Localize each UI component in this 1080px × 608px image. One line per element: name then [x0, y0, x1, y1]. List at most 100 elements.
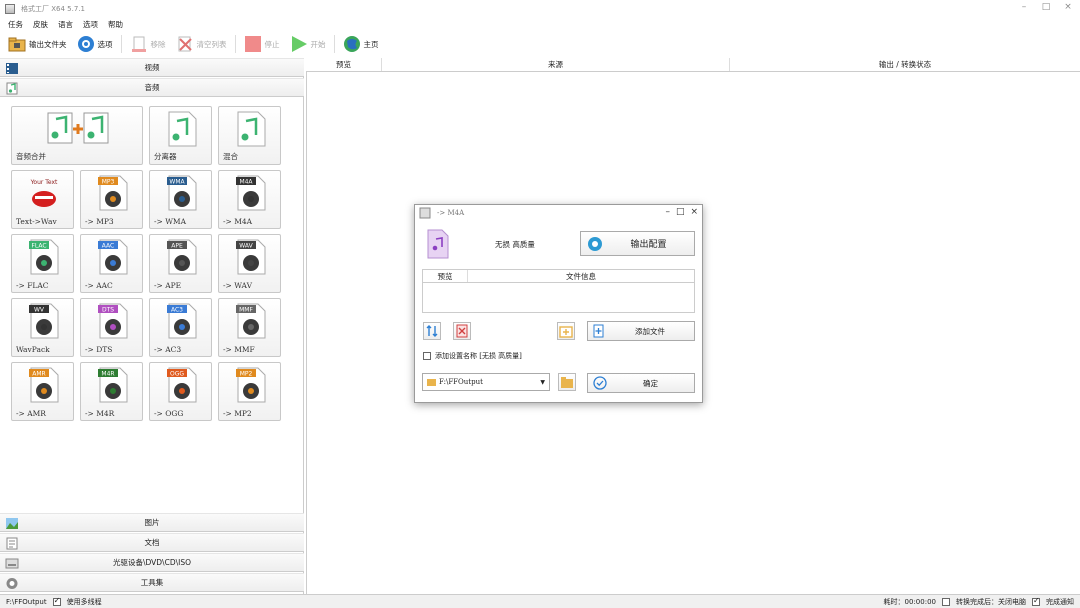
audio-tile[interactable]: MMF -> MMF: [218, 298, 281, 357]
column-preview[interactable]: 预览: [306, 58, 382, 71]
audio-tile[interactable]: Your Text Text->Wav: [11, 170, 74, 229]
options-icon: [77, 36, 94, 52]
document-icon: [6, 537, 18, 550]
m4a-dialog: -> M4A – □ × 无损 高质量 输出配置 预览 文件信息 添加文件 添加…: [414, 204, 703, 403]
svg-text:Your Text: Your Text: [30, 179, 58, 186]
dialog-close-button[interactable]: ×: [690, 207, 698, 217]
quality-label: 无损 高质量: [495, 240, 535, 249]
remove-button[interactable]: 移除: [128, 34, 168, 54]
after-convert-checkbox[interactable]: [942, 597, 950, 606]
audio-tile[interactable]: DTS -> DTS: [80, 298, 143, 357]
toolbar: 输出文件夹 选项 移除 清空列表 停止 开始 主页: [6, 33, 381, 55]
audio-tile[interactable]: APE -> APE: [149, 234, 212, 293]
add-setting-name-checkbox[interactable]: [423, 352, 431, 360]
audio-tile-label: -> APE: [154, 281, 182, 290]
add-folder-button[interactable]: [557, 322, 575, 340]
mp3-icon: MP3: [98, 175, 128, 211]
file-list-table[interactable]: 预览 文件信息: [422, 269, 695, 313]
svg-text:M4A: M4A: [239, 179, 253, 186]
audio-tile-label: -> WMA: [154, 217, 187, 226]
svg-text:MP3: MP3: [102, 179, 115, 186]
column-file-info[interactable]: 文件信息: [468, 270, 694, 282]
audio-tile[interactable]: WV WavPack: [11, 298, 74, 357]
tools-icon: [6, 578, 18, 589]
status-bar: F:\FFOutput 使用多线程 耗时：00:00:00 转换完成后：关闭电脑…: [0, 594, 1080, 608]
audio-tile[interactable]: WMA -> WMA: [149, 170, 212, 229]
audio-tile-label: WavPack: [16, 345, 50, 354]
audio-tile[interactable]: 音频合并: [11, 106, 143, 165]
clear-list-button[interactable]: 清空列表: [174, 34, 229, 54]
minimize-button[interactable]: –: [1018, 2, 1030, 12]
output-folder-button[interactable]: 输出文件夹: [6, 34, 69, 54]
mp2-icon: MP2: [236, 367, 266, 403]
audio-tile[interactable]: AC3 -> AC3: [149, 298, 212, 357]
svg-text:DTS: DTS: [102, 307, 114, 314]
svg-text:OGG: OGG: [170, 371, 184, 378]
column-output-status[interactable]: 输出 / 转换状态: [730, 58, 1080, 71]
browse-folder-button[interactable]: [558, 373, 576, 391]
menu-item-help[interactable]: 帮助: [108, 19, 123, 30]
category-tools[interactable]: 工具集: [0, 573, 304, 592]
category-picture[interactable]: 图片: [0, 513, 304, 532]
start-button[interactable]: 开始: [288, 34, 328, 54]
column-preview[interactable]: 预览: [423, 270, 468, 282]
sort-button[interactable]: [423, 322, 441, 340]
amr-icon: AMR: [29, 367, 59, 403]
audio-tile-label: Text->Wav: [16, 217, 57, 226]
elapsed-time: 耗时：00:00:00: [883, 597, 936, 606]
category-video[interactable]: 视频: [0, 58, 304, 77]
wav-icon: WAV: [236, 239, 266, 275]
remove-file-button[interactable]: [453, 322, 471, 340]
audio-tile[interactable]: MP2 -> MP2: [218, 362, 281, 421]
close-button[interactable]: ×: [1062, 2, 1074, 12]
ok-button[interactable]: 确定: [587, 373, 695, 393]
add-setting-name-option[interactable]: 添加设置名称 [无损 高质量]: [423, 351, 522, 361]
maximize-button[interactable]: □: [1040, 2, 1052, 12]
audio-tile[interactable]: WAV -> WAV: [218, 234, 281, 293]
svg-text:M4R: M4R: [101, 371, 114, 378]
audio-tile[interactable]: M4A -> M4A: [218, 170, 281, 229]
menu-item-options[interactable]: 选项: [83, 19, 98, 30]
stop-button[interactable]: 停止: [242, 34, 282, 54]
output-path-select[interactable]: F:\FFOutput ▼: [422, 373, 550, 391]
audio-tile[interactable]: AMR -> AMR: [11, 362, 74, 421]
category-document[interactable]: 文档: [0, 533, 304, 552]
audio-tile-label: -> OGG: [154, 409, 184, 418]
options-button[interactable]: 选项: [75, 34, 115, 54]
audio-merge-icon: [47, 112, 109, 144]
home-button[interactable]: 主页: [341, 34, 381, 54]
folder-icon: [8, 37, 26, 52]
audio-tile[interactable]: M4R -> M4R: [80, 362, 143, 421]
audio-tile-label: -> MP3: [85, 217, 114, 226]
add-file-button[interactable]: 添加文件: [587, 321, 695, 341]
file-list-header: 预览 文件信息: [423, 270, 694, 283]
audio-tile[interactable]: 混合: [218, 106, 281, 165]
mix-icon: [237, 111, 266, 147]
picture-icon: [6, 518, 18, 529]
svg-text:WMA: WMA: [169, 179, 185, 186]
status-output-path[interactable]: F:\FFOutput: [6, 598, 47, 606]
stop-icon: [244, 36, 261, 52]
audio-tile[interactable]: 分离器: [149, 106, 212, 165]
menu-item-task[interactable]: 任务: [8, 19, 23, 30]
category-disc[interactable]: 光驱设备\DVD\CD\ISO: [0, 553, 304, 572]
column-source[interactable]: 来源: [382, 58, 730, 71]
multithread-checkbox[interactable]: [52, 596, 61, 606]
aac-icon: AAC: [98, 239, 128, 275]
category-audio[interactable]: 音频: [0, 78, 304, 97]
dialog-maximize-button[interactable]: □: [676, 207, 685, 217]
audio-tile[interactable]: OGG -> OGG: [149, 362, 212, 421]
audio-tile-label: -> WAV: [223, 281, 252, 290]
svg-text:WV: WV: [34, 307, 45, 314]
gear-icon: [588, 236, 602, 251]
ape-icon: APE: [167, 239, 197, 275]
audio-tile[interactable]: MP3 -> MP3: [80, 170, 143, 229]
dialog-minimize-button[interactable]: –: [665, 207, 670, 217]
audio-tile-label: -> M4R: [85, 409, 115, 418]
menu-item-skin[interactable]: 皮肤: [33, 19, 48, 30]
notify-checkbox[interactable]: [1032, 596, 1040, 606]
audio-tile[interactable]: AAC -> AAC: [80, 234, 143, 293]
audio-tile[interactable]: FLAC -> FLAC: [11, 234, 74, 293]
output-config-button[interactable]: 输出配置: [580, 231, 695, 256]
menu-item-language[interactable]: 语言: [58, 19, 73, 30]
